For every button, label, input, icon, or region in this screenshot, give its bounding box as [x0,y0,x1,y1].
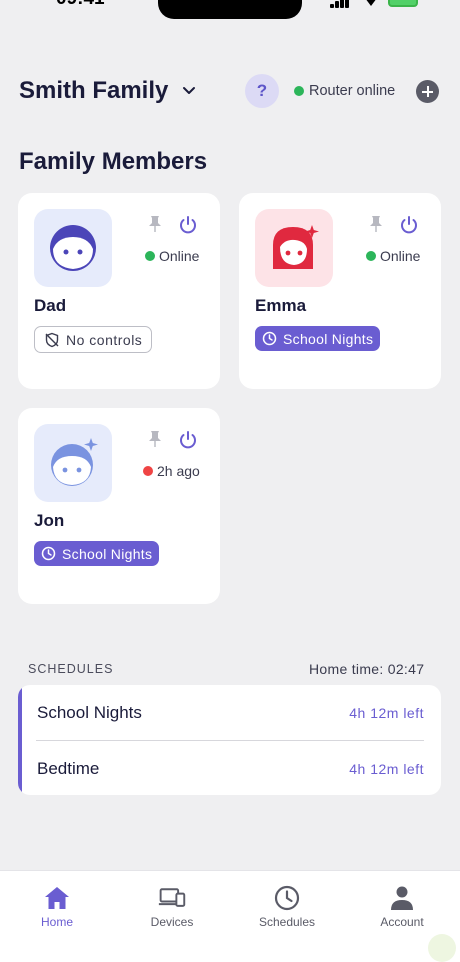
tab-home[interactable]: Home [7,885,107,935]
router-status-dot [294,86,304,96]
corner-watermark [428,934,456,962]
avatar [255,209,333,287]
schedule-chip[interactable]: School Nights [255,326,381,351]
camera-notch [158,0,302,19]
help-button[interactable]: ? [245,74,279,108]
schedule-row-bedtime[interactable]: Bedtime 4h 12m left [36,741,424,795]
tab-account[interactable]: Account [352,885,452,935]
status-dot [145,251,155,261]
boy-face-sparkle-icon [51,438,98,486]
schedule-row-school-nights[interactable]: School Nights 4h 12m left [36,685,424,740]
control-chip-label: No controls [66,331,143,348]
tab-label: Devices [150,915,194,929]
power-icon[interactable] [399,215,419,235]
member-card-jon[interactable]: 2h ago Jon School Nights [18,408,220,604]
clock-icon [262,331,277,346]
schedule-chip-label: School Nights [283,330,374,347]
presence-status: 2h ago [143,463,200,479]
clock-icon [41,546,56,561]
power-icon[interactable] [178,215,198,235]
status-icons [330,0,420,8]
tab-label: Schedules [258,915,316,929]
pin-icon[interactable] [148,430,162,448]
tab-bar: Home Devices Schedules Account [0,870,460,962]
battery-icon [388,0,418,7]
presence-label: Online [159,248,200,264]
schedules-heading: SCHEDULES [28,662,114,676]
signal-icon [330,0,350,8]
add-button[interactable] [416,80,439,103]
presence-status: Online [145,248,199,264]
schedule-chip[interactable]: School Nights [34,541,160,566]
tab-label: Account [380,915,424,929]
router-status[interactable]: Router online [294,83,395,99]
shield-off-icon [45,332,59,347]
schedule-name: School Nights [37,703,142,722]
family-members-title: Family Members [19,148,208,175]
home-icon [45,887,69,909]
router-status-label: Router online [309,83,396,99]
wifi-icon [366,0,376,6]
pin-icon[interactable] [369,215,383,233]
control-chip[interactable]: No controls [34,326,153,353]
status-dot [366,251,376,261]
avatar [34,209,112,287]
status-bar: 09:41 [0,0,460,24]
schedule-remaining: 4h 12m left [349,761,424,777]
status-time: 09:41 [56,0,105,10]
schedules-list: School Nights 4h 12m left Bedtime 4h 12m… [18,685,441,795]
pin-icon[interactable] [148,215,162,233]
schedule-remaining: 4h 12m left [349,705,424,721]
schedule-chip-label: School Nights [62,545,153,562]
status-dot [143,466,153,476]
avatar [34,424,112,502]
tab-devices[interactable]: Devices [122,885,222,935]
clock-icon [274,885,300,911]
family-selector-title[interactable]: Smith Family [19,77,168,105]
home-time: Home time: 02:47 [309,661,425,677]
power-icon[interactable] [178,430,198,450]
boy-face-icon [50,225,96,271]
member-name: Dad [34,296,67,315]
presence-label: 2h ago [157,463,200,479]
girl-face-icon [273,225,319,269]
tab-label: Home [40,915,73,929]
tab-schedules[interactable]: Schedules [237,885,337,935]
person-icon [391,886,413,910]
presence-label: Online [380,248,421,264]
header: Smith Family ? Router online [0,68,460,114]
member-card-dad[interactable]: Online Dad No controls [18,193,220,389]
member-name: Jon [34,511,65,530]
member-card-emma[interactable]: Online Emma School Nights [239,193,441,389]
schedule-name: Bedtime [37,759,100,778]
devices-icon [158,888,186,907]
schedules-accent-bar [18,685,22,795]
member-name: Emma [255,296,307,315]
presence-status: Online [366,248,420,264]
chevron-down-icon[interactable] [180,82,198,100]
